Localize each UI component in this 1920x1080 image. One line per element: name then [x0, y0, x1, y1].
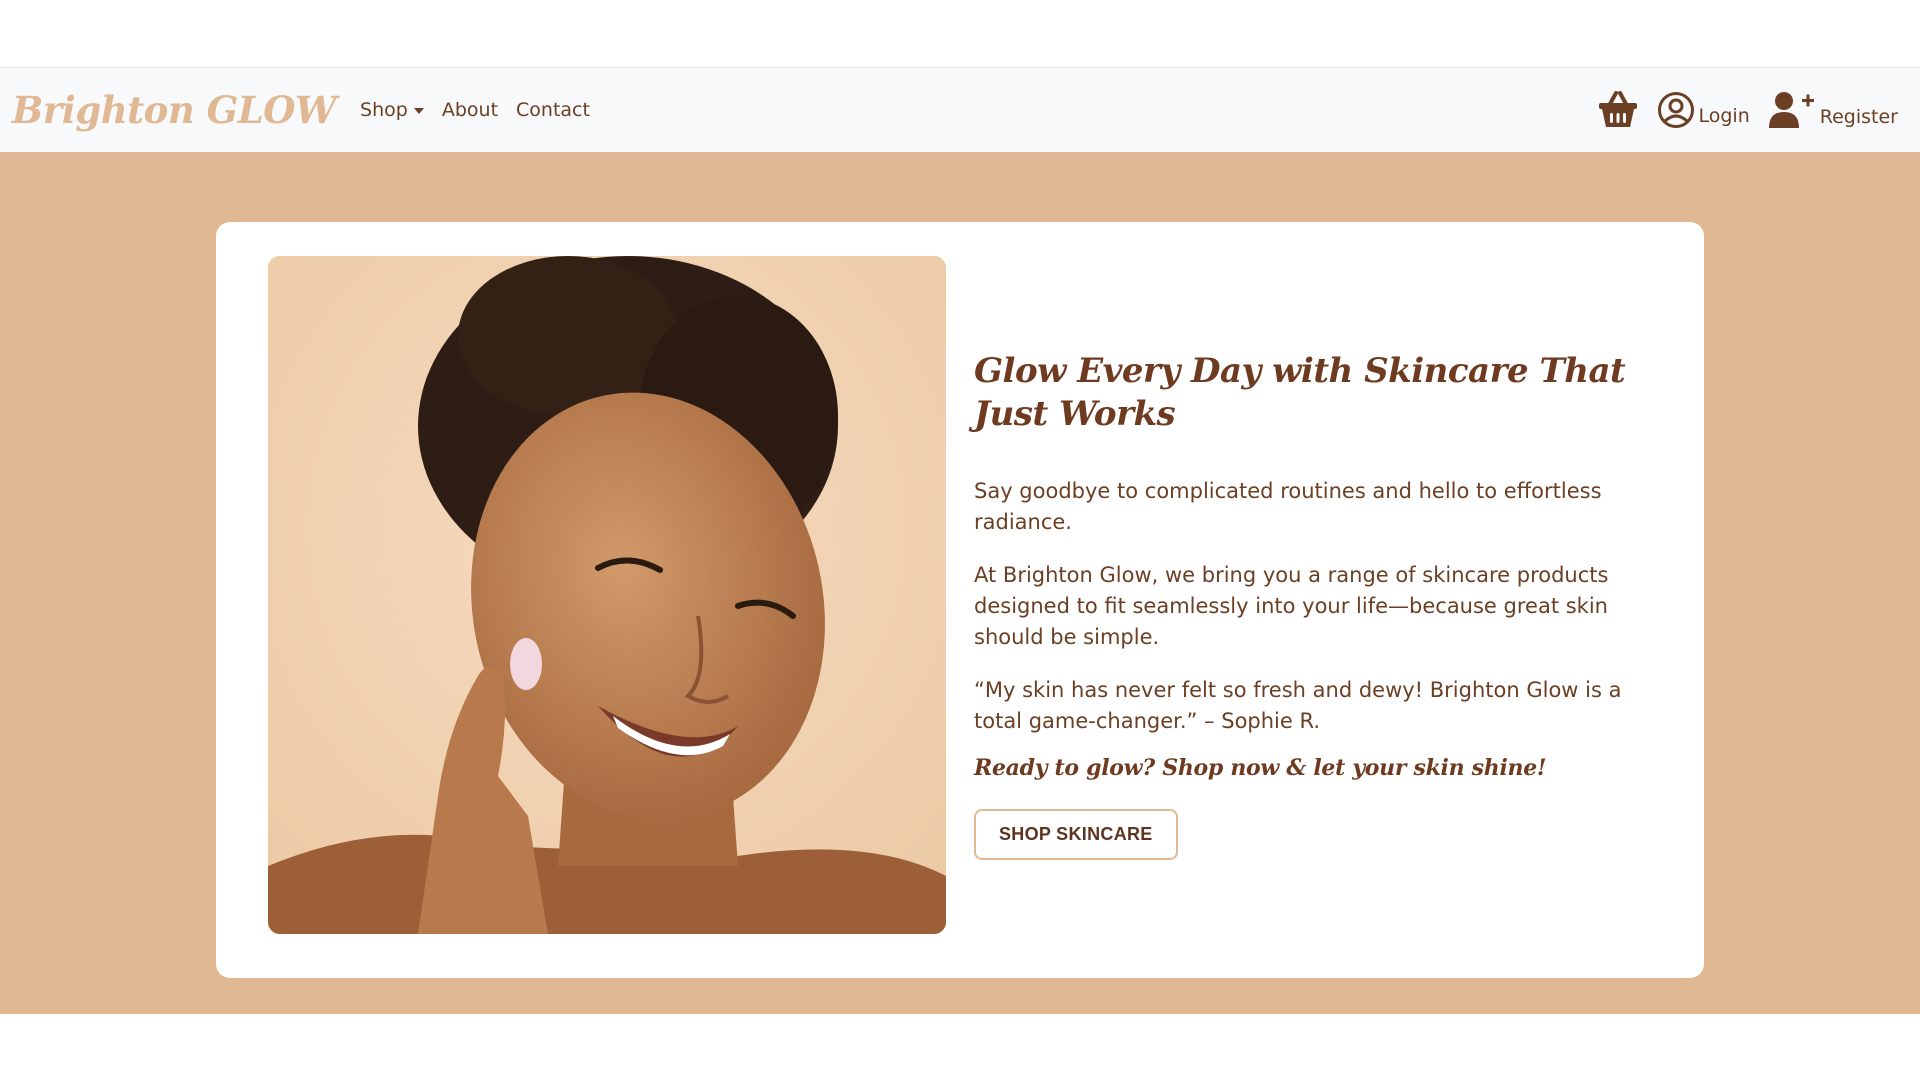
brand-logo[interactable]: Brighton GLOW	[12, 88, 337, 132]
hero-section: Glow Every Day with Skincare That Just W…	[0, 152, 1920, 1014]
register-label: Register	[1819, 106, 1898, 128]
user-plus-icon	[1768, 92, 1814, 128]
login-label: Login	[1698, 105, 1750, 127]
hero-paragraph: At Brighton Glow, we bring you a range o…	[974, 563, 1609, 649]
hero-photo	[268, 256, 946, 934]
hero-content: Glow Every Day with Skincare That Just W…	[974, 350, 1664, 860]
hero-tagline: Ready to glow? Shop now & let your skin …	[974, 755, 1547, 781]
nav-shop-dropdown[interactable]: Shop	[360, 99, 424, 121]
main-nav: Shop About Contact	[360, 99, 590, 121]
hero-card: Glow Every Day with Skincare That Just W…	[216, 222, 1704, 978]
user-circle-icon	[1657, 92, 1694, 128]
basket-icon	[1598, 91, 1637, 127]
cart-button[interactable]	[1597, 90, 1639, 130]
login-link[interactable]: Login	[1657, 91, 1750, 129]
hero-headline: Glow Every Day with Skincare That Just W…	[974, 351, 1626, 434]
nav-shop-label: Shop	[360, 99, 408, 121]
register-link[interactable]: Register	[1768, 90, 1898, 130]
nav-contact[interactable]: Contact	[516, 99, 590, 121]
hero-paragraph: Say goodbye to complicated routines and …	[974, 479, 1602, 534]
shop-skincare-button[interactable]: SHOP SKINCARE	[974, 809, 1178, 860]
navbar: Brighton GLOW Shop About Contact Login R…	[0, 67, 1920, 152]
account-nav: Login Register	[1597, 90, 1909, 130]
nav-about[interactable]: About	[442, 99, 498, 121]
testimonial-quote: “My skin has never felt so fresh and dew…	[974, 678, 1622, 733]
woman-applying-cream-illustration	[268, 256, 946, 934]
caret-down-icon	[413, 108, 424, 114]
